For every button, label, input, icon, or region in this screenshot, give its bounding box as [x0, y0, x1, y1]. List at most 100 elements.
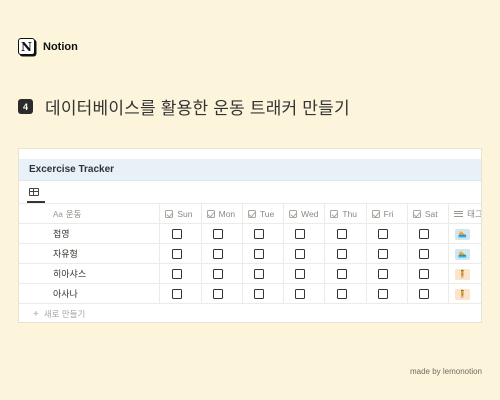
day-checkbox[interactable]	[295, 268, 306, 279]
checkbox-property-icon	[412, 209, 421, 218]
plus-icon: +	[33, 308, 39, 320]
new-row-button[interactable]: + 새로 만들기	[19, 304, 481, 322]
checkbox-property-icon	[330, 209, 339, 218]
person-icon: 🧍	[455, 268, 471, 280]
column-header-label: Sat	[424, 208, 438, 219]
day-checkbox[interactable]	[419, 268, 429, 279]
day-checkbox[interactable]	[212, 228, 223, 239]
day-checkbox[interactable]	[377, 228, 388, 239]
day-cell	[283, 263, 325, 284]
day-checkbox[interactable]	[171, 228, 182, 239]
row-name[interactable]: 접영	[19, 223, 160, 244]
day-checkbox[interactable]	[254, 288, 264, 299]
swimming-icon: 🏊	[455, 248, 471, 260]
day-checkbox[interactable]	[377, 288, 388, 299]
day-cell	[200, 243, 243, 264]
day-cell	[324, 263, 367, 284]
day-checkbox[interactable]	[212, 288, 223, 299]
tag-cell[interactable]: 🧍	[448, 283, 481, 304]
day-checkbox[interactable]	[336, 248, 347, 259]
day-checkbox[interactable]	[295, 248, 306, 259]
day-checkbox[interactable]	[419, 248, 429, 259]
header-row: Aa 운동 Sun Mon Tue Wed Thu Fri Sat 태그	[19, 203, 481, 224]
day-checkbox[interactable]	[171, 288, 182, 299]
brand-name: Notion	[43, 40, 78, 53]
column-header-day[interactable]: Sat	[406, 203, 449, 224]
column-header-label: Wed	[301, 208, 319, 219]
row-name[interactable]: 자유형	[19, 243, 160, 264]
day-cell	[159, 243, 202, 264]
database-title[interactable]: Excercise Tracker	[19, 159, 481, 181]
checkbox-property-icon	[289, 209, 298, 218]
new-row-label: 새로 만들기	[43, 309, 86, 319]
section-heading: 4 데이터베이스를 활용한 운동 트래커 만들기	[18, 94, 350, 119]
brand: N Notion	[18, 38, 78, 55]
day-cell	[406, 283, 449, 304]
footer-credit: made by lemonotion	[409, 367, 482, 376]
day-checkbox[interactable]	[171, 248, 182, 259]
day-cell	[159, 283, 202, 304]
day-checkbox[interactable]	[254, 228, 264, 239]
day-cell	[241, 223, 284, 244]
day-cell	[241, 243, 284, 264]
checkbox-property-icon	[371, 209, 380, 218]
table-icon[interactable]	[29, 188, 39, 196]
table-row[interactable]: 자유형 🏊	[19, 243, 481, 264]
day-cell	[324, 223, 367, 244]
notion-logo-icon: N	[18, 38, 35, 55]
column-header-label: 운동	[65, 208, 82, 219]
swimming-icon: 🏊	[455, 228, 471, 240]
day-checkbox[interactable]	[295, 228, 306, 239]
column-header-label: Tue	[259, 208, 275, 219]
day-checkbox[interactable]	[419, 288, 429, 299]
day-cell	[241, 263, 284, 284]
column-header-name[interactable]: Aa 운동	[19, 203, 160, 224]
person-icon: 🧍	[455, 288, 471, 300]
column-header-label: Sun	[177, 208, 193, 219]
day-cell	[200, 283, 243, 304]
row-name[interactable]: 아사나	[19, 283, 160, 304]
day-checkbox[interactable]	[377, 268, 388, 279]
active-view-indicator	[27, 201, 45, 203]
day-cell	[365, 223, 408, 244]
column-header-tag[interactable]: 태그	[448, 203, 481, 224]
day-checkbox[interactable]	[212, 268, 223, 279]
column-header-label: Fri	[383, 208, 394, 219]
tag-cell[interactable]: 🏊	[448, 243, 481, 264]
tag-cell[interactable]: 🏊	[448, 223, 481, 244]
day-cell	[406, 263, 449, 284]
column-header-day[interactable]: Tue	[241, 203, 284, 224]
day-cell	[406, 243, 449, 264]
day-checkbox[interactable]	[171, 268, 182, 279]
list-icon	[454, 210, 464, 217]
day-checkbox[interactable]	[336, 228, 347, 239]
checkbox-property-icon	[247, 209, 256, 218]
day-checkbox[interactable]	[295, 288, 306, 299]
day-cell	[283, 223, 325, 244]
column-header-day[interactable]: Thu	[324, 203, 367, 224]
column-header-day[interactable]: Sun	[159, 203, 202, 224]
day-checkbox[interactable]	[254, 248, 264, 259]
day-checkbox[interactable]	[419, 228, 429, 239]
view-tabs	[19, 181, 481, 203]
day-checkbox[interactable]	[254, 268, 264, 279]
tag-cell[interactable]: 🧍	[448, 263, 481, 284]
column-header-day[interactable]: Mon	[200, 203, 243, 224]
day-cell	[159, 263, 202, 284]
column-header-day[interactable]: Fri	[365, 203, 408, 224]
checkbox-property-icon	[165, 209, 174, 218]
day-checkbox[interactable]	[336, 268, 347, 279]
day-checkbox[interactable]	[377, 248, 388, 259]
column-header-day[interactable]: Wed	[283, 203, 325, 224]
page-title: 데이터베이스를 활용한 운동 트래커 만들기	[45, 99, 350, 118]
row-name[interactable]: 히아샤스	[19, 263, 160, 284]
day-cell	[200, 223, 243, 244]
column-header-label: Thu	[342, 208, 358, 219]
table-row[interactable]: 히아샤스 🧍	[19, 263, 481, 284]
table-row[interactable]: 접영 🏊	[19, 223, 481, 244]
day-cell	[159, 223, 202, 244]
day-checkbox[interactable]	[212, 248, 223, 259]
table-row[interactable]: 아사나 🧍	[19, 283, 481, 304]
day-checkbox[interactable]	[336, 288, 347, 299]
text-property-icon: Aa	[53, 209, 63, 219]
